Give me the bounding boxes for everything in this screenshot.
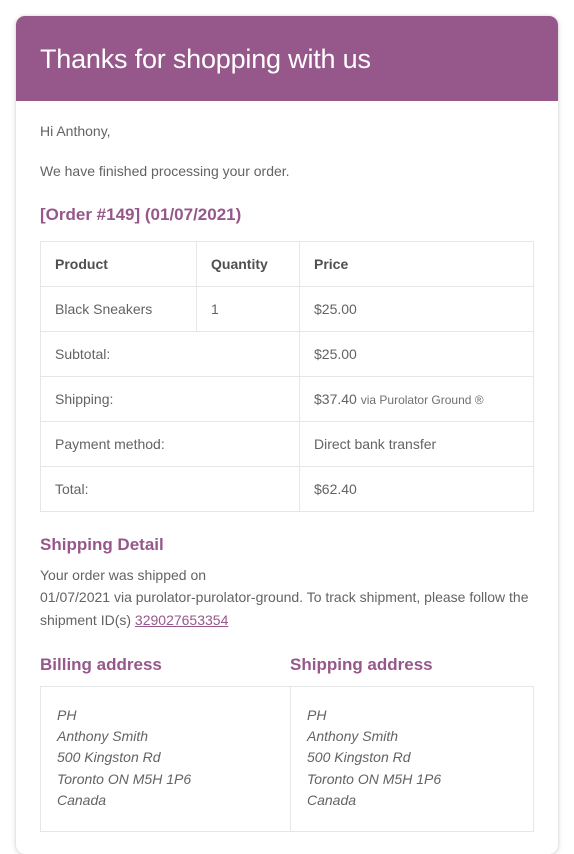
subtotal-value: $25.00 — [299, 330, 534, 377]
column-header-product: Product — [40, 240, 197, 287]
payment-method-label: Payment method: — [40, 420, 300, 467]
order-heading: [Order #149] (01/07/2021) — [40, 205, 242, 225]
shipping-address-cell: PH Anthony Smith 500 Kingston Rd Toronto… — [290, 685, 534, 833]
shipping-amount: $37.40 — [314, 390, 357, 407]
item-price: $25.00 — [299, 285, 534, 332]
addresses-table: PH Anthony Smith 500 Kingston Rd Toronto… — [40, 685, 534, 833]
email-body: Hi Anthony, We have finished processing … — [16, 101, 558, 854]
summary-row-total: Total: $62.40 — [40, 465, 534, 512]
email-title: Thanks for shopping with us — [40, 44, 371, 74]
address-headings-row: Billing address Shipping address — [40, 654, 534, 686]
intro-text: We have finished processing your order. — [40, 162, 290, 179]
billing-address-line-1: PH — [57, 706, 77, 723]
payment-method-value: Direct bank transfer — [299, 420, 534, 467]
column-header-price: Price — [299, 240, 534, 287]
billing-address-line-3: 500 Kingston Rd — [57, 749, 161, 766]
shipping-detail-heading: Shipping Detail — [40, 534, 164, 554]
shipping-detail-line2: 01/07/2021 via purolator-purolator-groun… — [40, 589, 529, 628]
shipping-detail-text: Your order was shipped on 01/07/2021 via … — [40, 564, 534, 632]
total-value: $62.40 — [299, 465, 534, 512]
total-label: Total: — [40, 465, 300, 512]
email-header-banner: Thanks for shopping with us — [16, 16, 558, 102]
billing-heading-wrap: Billing address — [40, 654, 290, 686]
table-header-row: Product Quantity Price — [40, 240, 534, 287]
shipping-address-heading: Shipping address — [290, 654, 433, 674]
order-summary-table: Product Quantity Price Black Sneakers 1 … — [40, 240, 534, 512]
billing-address-heading: Billing address — [40, 654, 162, 674]
billing-address-cell: PH Anthony Smith 500 Kingston Rd Toronto… — [40, 685, 291, 833]
item-product-name: Black Sneakers — [40, 285, 197, 332]
summary-row-payment-method: Payment method: Direct bank transfer — [40, 420, 534, 467]
summary-row-subtotal: Subtotal: $25.00 — [40, 330, 534, 377]
shipping-label: Shipping: — [40, 375, 300, 422]
item-quantity: 1 — [196, 285, 300, 332]
summary-row-shipping: Shipping: $37.40 via Purolator Ground ® — [40, 375, 534, 422]
billing-address-line-5: Canada — [57, 791, 107, 808]
shipping-method-note: via Purolator Ground ® — [360, 392, 484, 407]
shipping-detail-line1: Your order was shipped on — [40, 566, 207, 583]
billing-address-line-4: Toronto ON M5H 1P6 — [57, 770, 192, 787]
greeting-text: Hi Anthony, — [40, 123, 111, 140]
shipping-address-line-1: PH — [307, 706, 327, 723]
subtotal-label: Subtotal: — [40, 330, 300, 377]
shipping-address-line-4: Toronto ON M5H 1P6 — [307, 770, 442, 787]
billing-address-lines: PH Anthony Smith 500 Kingston Rd Toronto… — [57, 705, 274, 811]
order-email-card: Thanks for shopping with us Hi Anthony, … — [16, 16, 558, 854]
shipping-address-lines: PH Anthony Smith 500 Kingston Rd Toronto… — [307, 705, 517, 811]
table-row: Black Sneakers 1 $25.00 — [40, 285, 534, 332]
tracking-id-link[interactable]: 329027653354 — [135, 612, 228, 628]
shipping-address-line-2: Anthony Smith — [307, 727, 399, 744]
shipping-heading-wrap: Shipping address — [290, 654, 534, 686]
shipping-address-line-5: Canada — [307, 791, 357, 808]
addresses-row: PH Anthony Smith 500 Kingston Rd Toronto… — [40, 685, 534, 833]
billing-address-line-2: Anthony Smith — [57, 727, 149, 744]
column-header-quantity: Quantity — [196, 240, 300, 287]
shipping-value-cell: $37.40 via Purolator Ground ® — [299, 375, 534, 422]
shipping-address-line-3: 500 Kingston Rd — [307, 749, 411, 766]
